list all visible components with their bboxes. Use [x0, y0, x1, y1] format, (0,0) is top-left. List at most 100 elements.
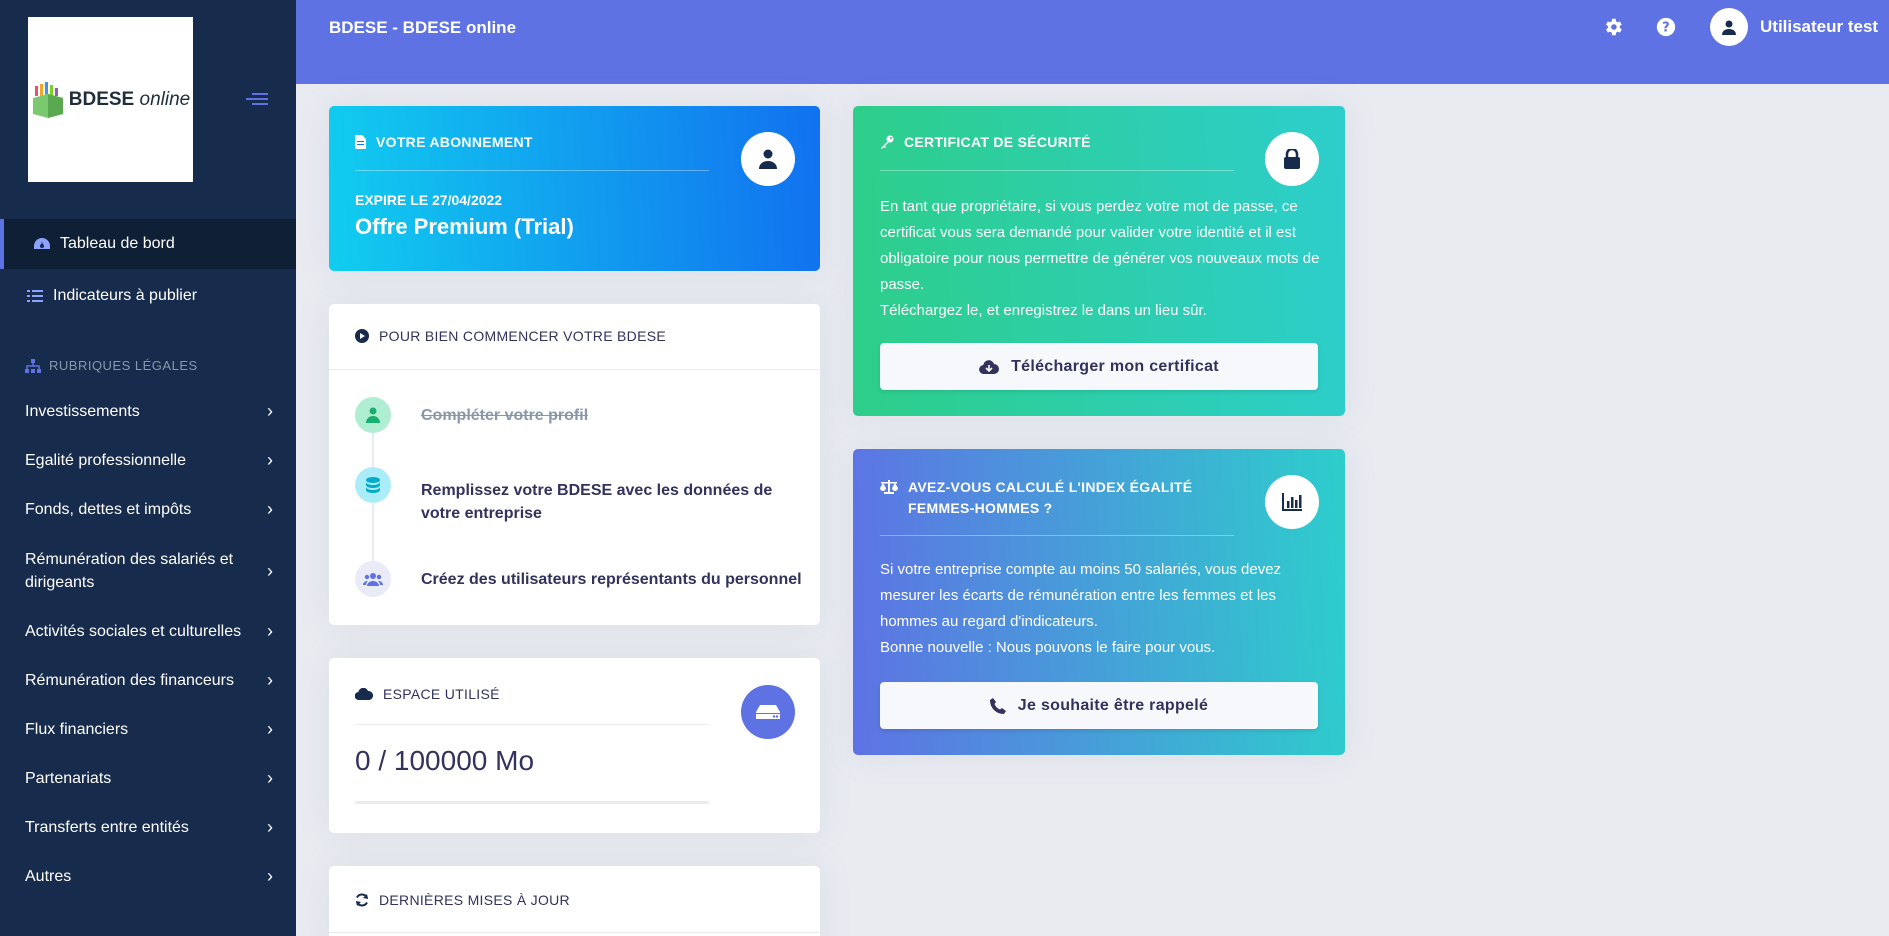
security-icon-circle	[1265, 132, 1319, 186]
sidebar-item-label: Autres	[25, 868, 72, 885]
sidebar-item-investissements[interactable]: Investissements ›	[25, 400, 275, 423]
security-body: En tant que propriétaire, si vous perdez…	[880, 198, 1320, 319]
chevron-right-icon: ›	[267, 401, 273, 421]
divider	[355, 724, 709, 725]
chevron-right-icon: ›	[267, 866, 273, 886]
step-icon-circle	[355, 467, 391, 503]
storage-card: Espace utilisé 0 / 100000 Mo	[329, 658, 820, 833]
divider	[329, 932, 820, 933]
dashboard-icon	[32, 235, 52, 253]
step-icon-circle	[355, 397, 391, 433]
user-icon	[366, 407, 380, 423]
lock-icon	[1284, 149, 1300, 169]
subscription-header: Votre abonnement	[355, 134, 533, 150]
list-icon	[25, 287, 45, 305]
hard-drive-icon	[756, 705, 780, 719]
sidebar-item-label: Rémunération des salariés et dirigeants	[25, 551, 234, 591]
sidebar-item-dashboard[interactable]: Tableau de bord	[0, 219, 296, 269]
chevron-right-icon: ›	[267, 719, 273, 739]
download-certificate-button[interactable]: Télécharger mon certificat	[880, 343, 1318, 390]
divider	[355, 170, 709, 171]
index-header: Avez-vous calculé l'index égalité femmes…	[880, 477, 1200, 519]
user-icon	[759, 149, 777, 169]
storage-header: Espace utilisé	[355, 686, 500, 702]
sidebar-item-label: Partenariats	[25, 770, 112, 787]
step-label: Compléter votre profil	[421, 407, 589, 424]
sidebar: BDESE online Tableau de bord Indicateurs…	[0, 0, 296, 936]
bar-chart-icon	[1282, 493, 1302, 511]
index-icon-circle	[1265, 475, 1319, 529]
sidebar-item-activites[interactable]: Activités sociales et culturelles ›	[25, 620, 275, 643]
chevron-right-icon: ›	[267, 499, 273, 519]
users-icon	[363, 573, 383, 586]
storage-progress-track	[355, 801, 709, 804]
step-profile[interactable]: Compléter votre profil	[355, 397, 588, 433]
sidebar-item-egalite[interactable]: Egalité professionnelle ›	[25, 449, 275, 472]
database-icon	[366, 477, 380, 493]
step-label: Créez des utilisateurs représentants du …	[421, 571, 802, 588]
sidebar-item-label: Activités sociales et culturelles	[25, 623, 242, 640]
cloud-download-icon	[979, 359, 999, 374]
logo-icon	[32, 81, 63, 118]
play-circle-icon	[355, 329, 369, 343]
logo-text: BDESE online	[68, 88, 191, 110]
help-icon[interactable]: ?	[1655, 16, 1677, 38]
document-icon	[355, 135, 366, 149]
sidebar-item-flux[interactable]: Flux financiers ›	[25, 718, 275, 741]
topbar: BDESE - BDESE online ? Utilisateur test	[296, 0, 1889, 84]
divider	[880, 535, 1234, 536]
menu-toggle-icon[interactable]	[246, 90, 268, 108]
sidebar-item-label: Rémunération des financeurs	[25, 672, 235, 689]
sidebar-item-label: Flux financiers	[25, 721, 129, 738]
gear-icon[interactable]	[1602, 16, 1624, 38]
avatar	[1710, 8, 1748, 46]
chevron-right-icon: ›	[267, 621, 273, 641]
sidebar-item-transferts[interactable]: Transferts entre entités ›	[25, 816, 275, 839]
key-icon	[881, 135, 894, 149]
getting-started-card: Pour bien commencer votre BDESE Compléte…	[329, 304, 820, 625]
user-menu[interactable]: Utilisateur test	[1710, 8, 1878, 46]
sidebar-item-autres[interactable]: Autres ›	[25, 865, 275, 888]
subscription-icon-circle	[741, 132, 795, 186]
sidebar-item-label: Tableau de bord	[60, 235, 175, 252]
refresh-icon	[356, 893, 368, 907]
user-icon	[1722, 20, 1736, 35]
step-fill-data[interactable]: Remplissez votre BDESE avec les données …	[355, 467, 781, 525]
sidebar-item-label: Indicateurs à publier	[53, 287, 198, 304]
index-body: Si votre entreprise compte au moins 50 s…	[880, 561, 1282, 656]
index-card: Avez-vous calculé l'index égalité femmes…	[853, 449, 1345, 755]
updates-card: Dernières mises à jour	[329, 866, 820, 936]
sidebar-item-remuneration-salaries[interactable]: Rémunération des salariés et dirigeants ›	[25, 548, 275, 594]
sidebar-item-label: Investissements	[25, 403, 140, 420]
sidebar-item-indicators[interactable]: Indicateurs à publier	[0, 284, 296, 308]
phone-icon	[989, 697, 1006, 714]
balance-scale-icon	[880, 480, 898, 494]
chevron-right-icon: ›	[267, 560, 273, 581]
sidebar-item-label: Fonds, dettes et impôts	[25, 501, 192, 518]
step-label: Remplissez votre BDESE avec les données …	[421, 482, 773, 522]
divider	[329, 369, 820, 370]
section-title: Rubriques légales	[25, 358, 198, 373]
callback-request-button[interactable]: Je souhaite être rappelé	[880, 682, 1318, 729]
subscription-offer: Offre Premium (Trial)	[355, 214, 574, 239]
logo[interactable]: BDESE online	[28, 17, 193, 182]
sidebar-item-fonds[interactable]: Fonds, dettes et impôts ›	[25, 498, 275, 521]
divider	[880, 170, 1234, 171]
sidebar-item-remuneration-financeurs[interactable]: Rémunération des financeurs ›	[25, 669, 275, 692]
chevron-right-icon: ›	[267, 670, 273, 690]
updates-header: Dernières mises à jour	[355, 892, 570, 908]
security-header: Certificat de sécurité	[880, 134, 1091, 150]
sidebar-item-label: Transferts entre entités	[25, 819, 189, 836]
page-title: BDESE - BDESE online	[329, 18, 517, 37]
cloud-icon	[355, 688, 373, 700]
storage-value: 0 / 100000 Mo	[355, 745, 535, 776]
chevron-right-icon: ›	[267, 817, 273, 837]
sitemap-icon	[25, 358, 41, 373]
getting-started-header: Pour bien commencer votre BDESE	[355, 328, 666, 344]
security-card: Certificat de sécurité En tant que propr…	[853, 106, 1345, 416]
chevron-right-icon: ›	[267, 450, 273, 470]
step-icon-circle	[355, 561, 391, 597]
step-create-users[interactable]: Créez des utilisateurs représentants du …	[355, 561, 802, 597]
sidebar-item-partenariats[interactable]: Partenariats ›	[25, 767, 275, 790]
user-name: Utilisateur test	[1760, 17, 1879, 36]
